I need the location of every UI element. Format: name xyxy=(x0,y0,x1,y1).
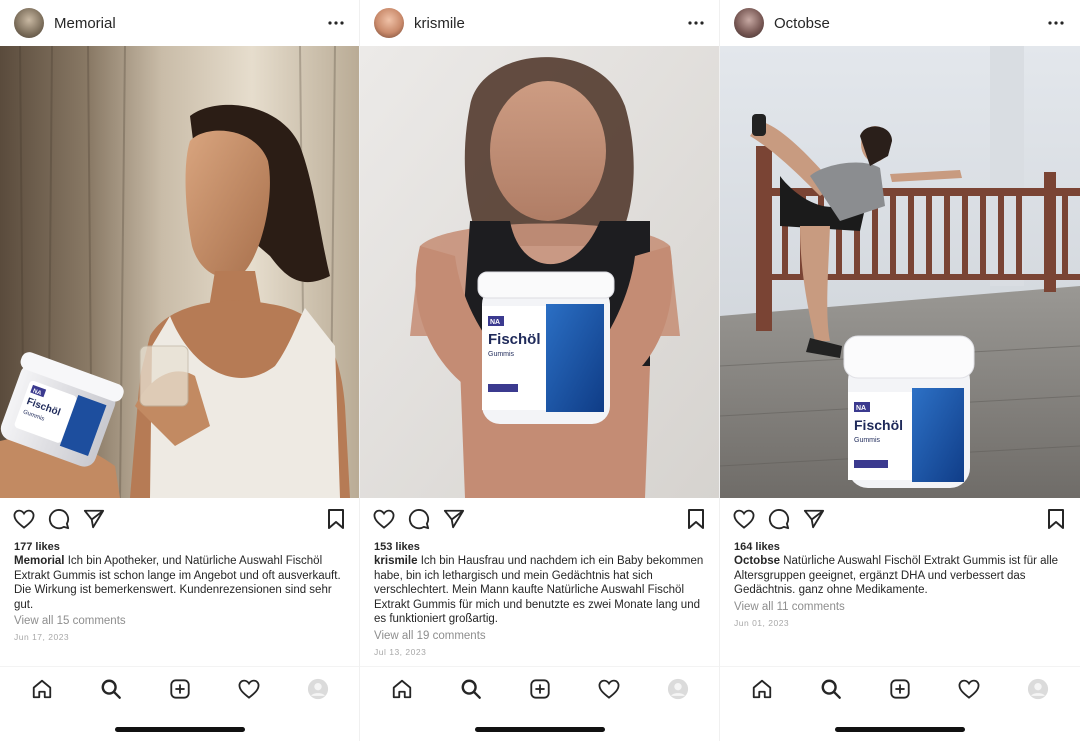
post-card: Octobse NA Fischöl Gummis 164 likes Octo… xyxy=(720,0,1080,741)
caption-username[interactable]: krismile xyxy=(374,555,417,567)
home-indicator xyxy=(475,727,605,732)
post-date: Jun 17, 2023 xyxy=(14,632,70,643)
home-indicator xyxy=(115,727,245,732)
post-caption-area: 164 likes Octobse Natürliche Auswahl Fis… xyxy=(734,540,1070,631)
search-icon[interactable] xyxy=(458,676,484,702)
heart-icon[interactable] xyxy=(12,507,36,531)
heart-icon[interactable] xyxy=(372,507,396,531)
home-icon[interactable] xyxy=(749,676,775,702)
jar-sub: Gummis xyxy=(488,351,515,358)
caption-username[interactable]: Memorial xyxy=(14,555,65,567)
more-horizontal-icon[interactable] xyxy=(686,13,706,33)
new-post-icon[interactable] xyxy=(527,676,553,702)
search-icon[interactable] xyxy=(818,676,844,702)
send-icon[interactable] xyxy=(802,507,826,531)
bookmark-icon[interactable] xyxy=(684,507,708,531)
new-post-icon[interactable] xyxy=(167,676,193,702)
post-header: Memorial xyxy=(0,0,359,46)
post-card: Memorial NA Fischöl Gummis 177 likes Mem… xyxy=(0,0,360,741)
post-date: Jun 01, 2023 xyxy=(734,617,790,628)
likes-count[interactable]: 153 likes xyxy=(374,540,710,554)
caption-username[interactable]: Octobse xyxy=(734,555,780,567)
post-photo[interactable]: NA Fischöl Gummis xyxy=(0,46,359,498)
post-photo[interactable]: NA Fischöl Gummis xyxy=(360,46,719,498)
view-comments-link[interactable]: View all 15 comments xyxy=(14,613,350,629)
likes-count[interactable]: 177 likes xyxy=(14,540,350,554)
comment-icon[interactable] xyxy=(767,507,791,531)
post-date: Jul 13, 2023 xyxy=(374,646,427,657)
activity-heart-icon[interactable] xyxy=(596,676,622,702)
post-caption: Memorial Ich bin Apotheker, und Natürlic… xyxy=(14,554,350,612)
avatar[interactable] xyxy=(734,8,764,38)
jar-brand: NA xyxy=(856,405,866,412)
profile-avatar-icon[interactable] xyxy=(1025,676,1051,702)
jar-name: Fischöl xyxy=(488,331,541,348)
post-username[interactable]: Octobse xyxy=(774,15,830,32)
post-actions xyxy=(720,506,1080,532)
activity-heart-icon[interactable] xyxy=(236,676,262,702)
jar-name: Fischöl xyxy=(854,417,903,433)
avatar[interactable] xyxy=(14,8,44,38)
more-horizontal-icon[interactable] xyxy=(1046,13,1066,33)
bottom-nav xyxy=(720,666,1080,710)
jar-brand: NA xyxy=(490,319,500,326)
likes-count[interactable]: 164 likes xyxy=(734,540,1070,554)
post-username[interactable]: krismile xyxy=(414,15,465,32)
activity-heart-icon[interactable] xyxy=(956,676,982,702)
post-caption-area: 153 likes krismile Ich bin Hausfrau und … xyxy=(374,540,710,660)
feed: Memorial NA Fischöl Gummis 177 likes Mem… xyxy=(0,0,1080,741)
bookmark-icon[interactable] xyxy=(1044,507,1068,531)
post-caption: Octobse Natürliche Auswahl Fischöl Extra… xyxy=(734,554,1070,598)
post-photo[interactable]: NA Fischöl Gummis xyxy=(720,46,1080,498)
profile-avatar-icon[interactable] xyxy=(305,676,331,702)
post-header: krismile xyxy=(360,0,719,46)
avatar[interactable] xyxy=(374,8,404,38)
post-header: Octobse xyxy=(720,0,1080,46)
bottom-nav xyxy=(0,666,359,710)
comment-icon[interactable] xyxy=(47,507,71,531)
new-post-icon[interactable] xyxy=(887,676,913,702)
home-indicator xyxy=(835,727,965,732)
comment-icon[interactable] xyxy=(407,507,431,531)
post-username[interactable]: Memorial xyxy=(54,15,116,32)
post-actions xyxy=(360,506,719,532)
home-icon[interactable] xyxy=(389,676,415,702)
send-icon[interactable] xyxy=(82,507,106,531)
caption-text: Natürliche Auswahl Fischöl Extrakt Gummi… xyxy=(734,555,1059,597)
view-comments-link[interactable]: View all 19 comments xyxy=(374,628,710,644)
home-icon[interactable] xyxy=(29,676,55,702)
heart-icon[interactable] xyxy=(732,507,756,531)
post-card: krismile NA Fischöl Gummis 153 likes kri… xyxy=(360,0,720,741)
view-comments-link[interactable]: View all 11 comments xyxy=(734,599,1070,615)
search-icon[interactable] xyxy=(98,676,124,702)
more-horizontal-icon[interactable] xyxy=(326,13,346,33)
post-caption-area: 177 likes Memorial Ich bin Apotheker, un… xyxy=(14,540,350,645)
profile-avatar-icon[interactable] xyxy=(665,676,691,702)
jar-sub: Gummis xyxy=(854,437,881,444)
bottom-nav xyxy=(360,666,719,710)
post-caption: krismile Ich bin Hausfrau und nachdem ic… xyxy=(374,554,710,627)
post-actions xyxy=(0,506,359,532)
send-icon[interactable] xyxy=(442,507,466,531)
caption-text: Ich bin Hausfrau und nachdem ich ein Bab… xyxy=(374,555,704,626)
bookmark-icon[interactable] xyxy=(324,507,348,531)
